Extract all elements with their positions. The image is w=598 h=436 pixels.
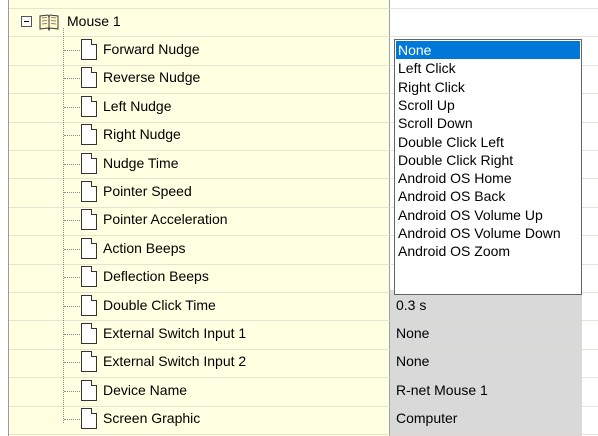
tree-item-label: Right Nudge bbox=[103, 126, 181, 142]
dropdown-option[interactable]: Scroll Up bbox=[396, 96, 580, 114]
tree-connector bbox=[64, 220, 82, 221]
row-separator bbox=[9, 434, 598, 435]
tree-item[interactable]: External Switch Input 1 bbox=[9, 320, 390, 348]
tree-connector bbox=[64, 135, 82, 136]
document-icon bbox=[81, 181, 97, 202]
tree-item[interactable]: Nudge Time bbox=[9, 150, 390, 178]
tree-item[interactable]: Device Name bbox=[9, 377, 390, 405]
property-value[interactable]: None bbox=[396, 325, 429, 341]
tree-connector bbox=[64, 362, 82, 363]
document-icon bbox=[81, 153, 97, 174]
tree-item-label: External Switch Input 1 bbox=[103, 325, 247, 341]
tree-item-label: Left Nudge bbox=[103, 98, 172, 114]
tree-connector bbox=[64, 391, 82, 392]
dropdown-option[interactable]: Double Click Left bbox=[396, 133, 580, 151]
dropdown-option[interactable]: Android OS Zoom bbox=[396, 242, 580, 260]
tree-item-label: Nudge Time bbox=[103, 155, 179, 171]
document-icon bbox=[81, 209, 97, 230]
open-book-icon bbox=[39, 14, 59, 31]
tree-item-label: Action Beeps bbox=[103, 240, 186, 256]
tree-connector bbox=[64, 107, 82, 108]
value-dropdown-list[interactable]: None Left Click Right Click Scroll Up Scroll… bbox=[394, 39, 582, 295]
dropdown-option[interactable]: Scroll Down bbox=[396, 114, 580, 132]
tree-item-label: Forward Nudge bbox=[103, 41, 200, 57]
tree-connector bbox=[64, 50, 82, 51]
tree-item[interactable]: Pointer Acceleration bbox=[9, 206, 390, 234]
document-icon bbox=[81, 380, 97, 401]
document-icon bbox=[81, 351, 97, 372]
property-value[interactable]: Computer bbox=[396, 410, 457, 426]
document-icon bbox=[81, 266, 97, 287]
document-icon bbox=[81, 238, 97, 259]
tree-connector bbox=[64, 164, 82, 165]
tree-item[interactable]: Deflection Beeps bbox=[9, 263, 390, 291]
document-icon bbox=[81, 408, 97, 429]
tree-connector bbox=[64, 277, 82, 278]
tree-connector bbox=[64, 78, 82, 79]
tree-root-label: Mouse 1 bbox=[67, 13, 121, 29]
tree-item[interactable]: External Switch Input 2 bbox=[9, 348, 390, 376]
tree-item-label: Deflection Beeps bbox=[103, 268, 209, 284]
dropdown-option[interactable]: Left Click bbox=[396, 59, 580, 77]
dropdown-option[interactable]: Double Click Right bbox=[396, 151, 580, 169]
tree-item-label: External Switch Input 2 bbox=[103, 353, 247, 369]
tree-item-label: Double Click Time bbox=[103, 297, 216, 313]
tree-item[interactable]: Reverse Nudge bbox=[9, 64, 390, 92]
document-icon bbox=[81, 295, 97, 316]
property-value[interactable]: 0.3 s bbox=[396, 297, 426, 313]
tree-item[interactable]: Screen Graphic bbox=[9, 405, 390, 433]
dropdown-option[interactable]: Android OS Home bbox=[396, 169, 580, 187]
tree-item[interactable]: Forward Nudge bbox=[9, 36, 390, 64]
minus-box-icon[interactable] bbox=[21, 16, 32, 27]
tree-item[interactable]: Double Click Time bbox=[9, 292, 390, 320]
tree-connector bbox=[64, 249, 82, 250]
tree-item[interactable]: Action Beeps bbox=[9, 235, 390, 263]
tree-item-label: Pointer Speed bbox=[103, 183, 192, 199]
dropdown-option[interactable]: Android OS Volume Down bbox=[396, 224, 580, 242]
dropdown-option[interactable]: Android OS Volume Up bbox=[396, 206, 580, 224]
document-icon bbox=[81, 39, 97, 60]
tree-connector bbox=[64, 192, 82, 193]
tree-item-label: Screen Graphic bbox=[103, 410, 201, 426]
tree-item-label: Reverse Nudge bbox=[103, 69, 201, 85]
tree-item[interactable]: Right Nudge bbox=[9, 121, 390, 149]
document-icon bbox=[81, 124, 97, 145]
document-icon bbox=[81, 96, 97, 117]
property-value[interactable]: None bbox=[396, 353, 429, 369]
property-value[interactable]: R-net Mouse 1 bbox=[396, 382, 488, 398]
tree-connector bbox=[64, 306, 82, 307]
tree-item-label: Pointer Acceleration bbox=[103, 211, 228, 227]
tree-root-mouse-1[interactable]: Mouse 1 bbox=[9, 8, 390, 36]
tree-connector bbox=[64, 334, 82, 335]
tree-connector bbox=[64, 419, 82, 420]
tree-item[interactable]: Pointer Speed bbox=[9, 178, 390, 206]
dropdown-option[interactable]: None bbox=[396, 41, 580, 59]
tree-item-label: Device Name bbox=[103, 382, 188, 398]
document-icon bbox=[81, 67, 97, 88]
dropdown-option[interactable]: Right Click bbox=[396, 78, 580, 96]
tree-item[interactable]: Left Nudge bbox=[9, 93, 390, 121]
document-icon bbox=[81, 323, 97, 344]
dropdown-option[interactable]: Android OS Back bbox=[396, 187, 580, 205]
